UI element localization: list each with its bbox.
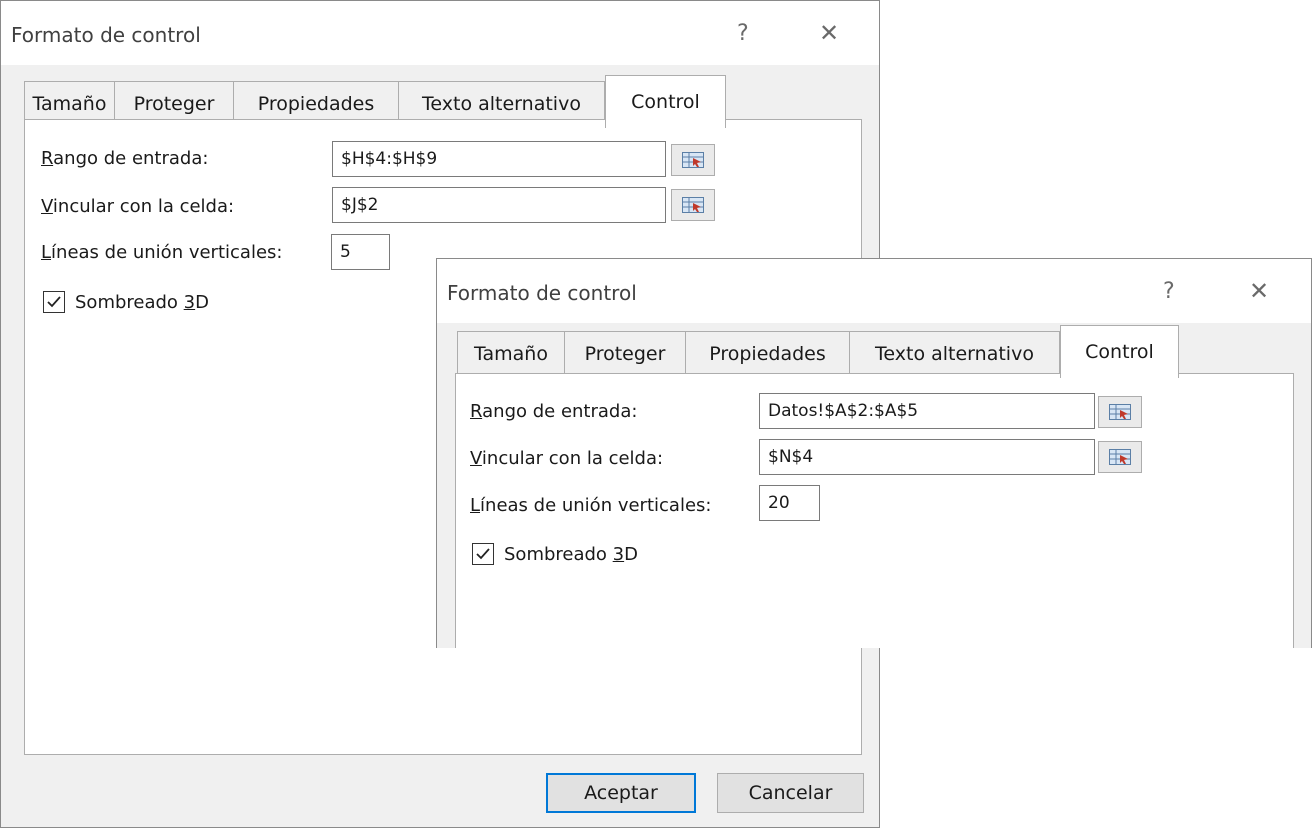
cell-link-picker-button[interactable] [671, 189, 715, 221]
dialog-title: Formato de control [447, 281, 637, 305]
drop-lines-field[interactable]: 20 [759, 485, 820, 521]
cell-link-picker-button[interactable] [1098, 441, 1142, 473]
cell-link-label: Vincular con la celda: [41, 196, 235, 217]
drop-lines-label: Líneas de unión verticales: [470, 495, 712, 516]
ok-button[interactable]: Aceptar [546, 773, 696, 813]
checkmark-icon [47, 296, 61, 308]
cancel-button[interactable]: Cancelar [717, 773, 864, 813]
drop-lines-label: Líneas de unión verticales: [41, 242, 283, 263]
cell-link-label: Vincular con la celda: [470, 448, 664, 469]
cell-link-field[interactable]: $J$2 [332, 187, 666, 223]
tab-control[interactable]: Control [605, 75, 726, 128]
shading-3d-checkbox[interactable] [472, 543, 494, 565]
dialog-title: Formato de control [11, 23, 201, 47]
format-control-dialog-front: Formato de control ? ✕ Tamaño Proteger P… [436, 258, 1312, 648]
tab-strip: Tamaño Proteger Propiedades Texto altern… [457, 325, 1179, 378]
title-bar: Formato de control ? ✕ [437, 259, 1311, 323]
close-button[interactable]: ✕ [1249, 277, 1269, 305]
drop-lines-field[interactable]: 5 [331, 234, 390, 270]
range-select-icon [1109, 404, 1131, 420]
control-panel: Rango de entrada: Datos!$A$2:$A$5 Vincul… [455, 373, 1294, 648]
input-range-picker-button[interactable] [671, 144, 715, 176]
title-bar: Formato de control ? ✕ [1, 1, 879, 65]
tab-protect[interactable]: Proteger [564, 331, 685, 377]
checkmark-icon [476, 548, 490, 560]
input-range-picker-button[interactable] [1098, 396, 1142, 428]
input-range-label: Rango de entrada: [41, 148, 209, 169]
tab-alt-text[interactable]: Texto alternativo [849, 331, 1060, 377]
input-range-label: Rango de entrada: [470, 401, 638, 422]
tab-control[interactable]: Control [1060, 325, 1179, 378]
cell-link-field[interactable]: $N$4 [759, 439, 1095, 475]
shading-3d-label: Sombreado 3D [504, 544, 638, 565]
help-button[interactable]: ? [737, 21, 749, 46]
shading-3d-label: Sombreado 3D [75, 292, 209, 313]
range-select-icon [1109, 449, 1131, 465]
input-range-field[interactable]: $H$4:$H$9 [332, 141, 666, 177]
tab-size[interactable]: Tamaño [457, 331, 564, 377]
range-select-icon [682, 197, 704, 213]
close-button[interactable]: ✕ [819, 19, 839, 47]
tab-properties[interactable]: Propiedades [685, 331, 849, 377]
shading-3d-checkbox[interactable] [43, 291, 65, 313]
range-select-icon [682, 152, 704, 168]
help-button[interactable]: ? [1163, 279, 1175, 304]
input-range-field[interactable]: Datos!$A$2:$A$5 [759, 393, 1095, 429]
